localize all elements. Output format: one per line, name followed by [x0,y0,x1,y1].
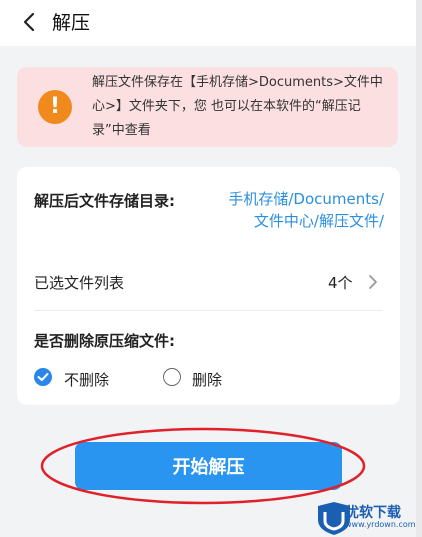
checkmark-icon [37,373,49,381]
watermark-brand: 优软下载 [345,505,401,521]
watermark-url: www.yrdown.com [345,520,416,529]
radio-delete-unchecked[interactable] [163,368,181,386]
warning-icon: ! [38,90,72,124]
right-edge-strip [416,0,422,537]
radio-keep-label[interactable]: 不删除 [64,369,109,390]
radio-keep-checked[interactable] [34,368,52,386]
back-arrow-icon[interactable] [18,10,42,34]
storage-dir-line1: 手机存储/Documents/ [228,190,384,208]
page-title: 解压 [52,12,91,34]
storage-dir-value[interactable]: 手机存储/Documents/ 文件中心/解压文件/ [210,188,384,232]
storage-dir-line2: 文件中心/解压文件/ [253,212,384,230]
selected-files-count[interactable]: 4个 [328,272,353,293]
header-bar: 解压 [0,0,416,46]
selected-files-label[interactable]: 已选文件列表 [34,272,124,293]
storage-dir-label: 解压后文件存储目录: [34,192,175,210]
radio-delete-label[interactable]: 删除 [192,369,222,390]
highlight-ellipse [40,427,366,505]
delete-option-label: 是否删除原压缩文件: [34,332,175,350]
notice-text: 解压文件保存在【手机存储>Documents>文件中心>】文件夹下，您 也可以在… [92,75,383,138]
chevron-right-icon[interactable] [368,274,378,290]
divider [34,310,383,311]
